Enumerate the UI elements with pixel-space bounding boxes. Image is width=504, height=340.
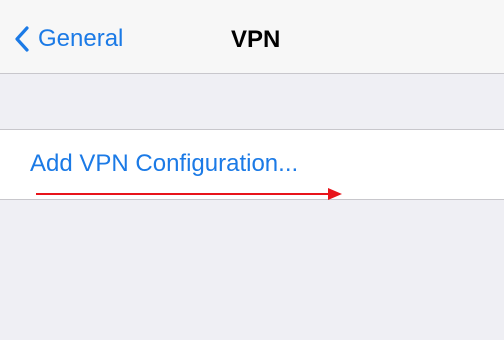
back-button-label: General	[38, 25, 124, 52]
navigation-bar: General VPN	[0, 0, 504, 74]
vpn-settings-screen: General VPN Add VPN Configuration...	[0, 0, 504, 340]
back-button-general[interactable]: General	[14, 22, 123, 56]
chevron-left-icon	[15, 26, 29, 52]
page-title: VPN	[231, 26, 281, 53]
arrow-right-icon	[36, 188, 342, 200]
add-vpn-configuration-label: Add VPN Configuration...	[30, 150, 299, 177]
